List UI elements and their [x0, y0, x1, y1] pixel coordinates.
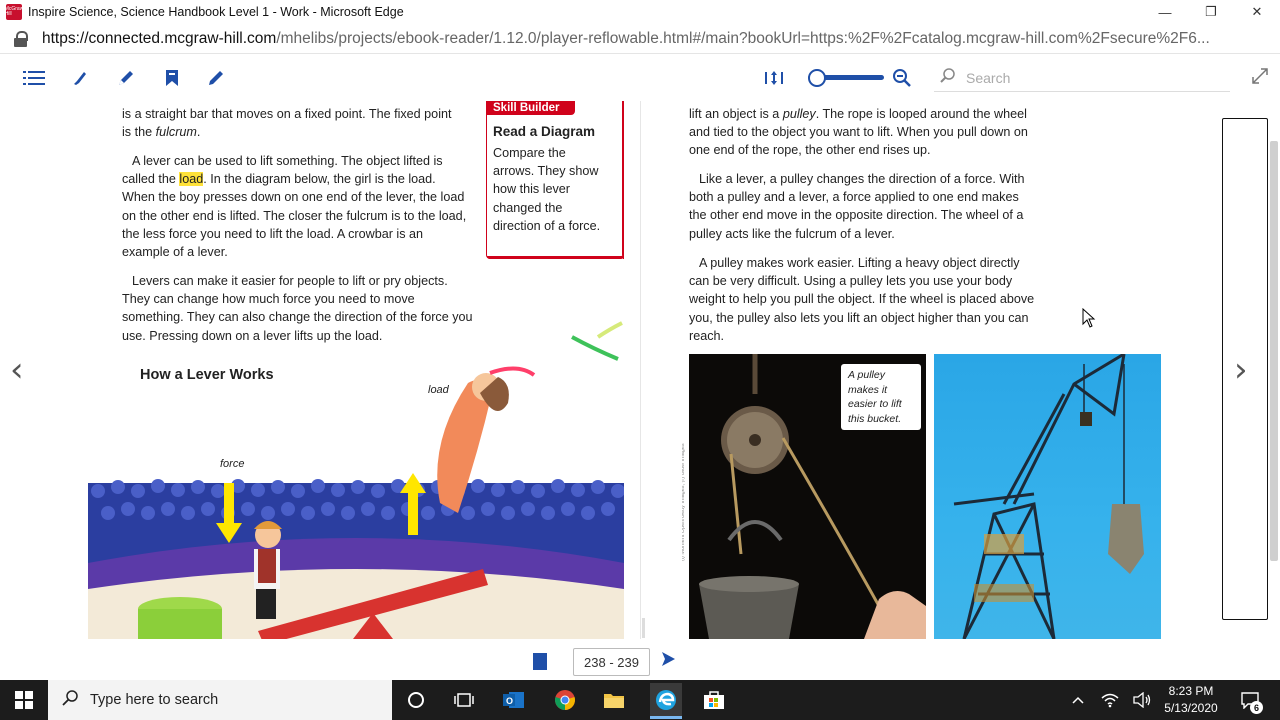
svg-text:O: O — [506, 696, 513, 706]
skill-builder-underline — [487, 256, 624, 259]
right-paragraph-3: A pulley makes work easier. Lifting a he… — [689, 256, 1035, 343]
pen-icon[interactable] — [114, 66, 138, 90]
skill-builder-box: Skill Builder Read a Diagram Compare the… — [486, 101, 624, 259]
search-input[interactable]: Search — [966, 70, 1010, 86]
search-box[interactable]: Search — [934, 64, 1230, 92]
taskbar-clock[interactable]: 8:23 PM 5/13/2020 — [1158, 683, 1224, 717]
clock-time: 8:23 PM — [1168, 684, 1214, 698]
restore-button[interactable]: ❐ — [1188, 0, 1234, 24]
decorative-streamer — [571, 321, 623, 361]
next-page-icon[interactable] — [660, 651, 678, 671]
outlook-icon[interactable]: O — [500, 686, 528, 714]
pencil-icon[interactable] — [204, 66, 228, 90]
vertical-scrollbar[interactable] — [1268, 101, 1280, 639]
left-page: is a straight bar that moves on a fixed … — [88, 101, 624, 639]
show-hidden-icons-chevron-icon[interactable] — [1064, 686, 1092, 714]
crane-photo — [934, 354, 1161, 639]
url-host: https://connected.mcgraw-hill.com — [42, 29, 277, 47]
fit-page-icon[interactable] — [762, 66, 786, 90]
scrollbar-thumb[interactable] — [1270, 141, 1278, 561]
lock-icon — [14, 30, 28, 47]
list-icon[interactable] — [22, 66, 46, 90]
chrome-icon[interactable] — [551, 686, 579, 714]
address-bar[interactable]: https://connected.mcgraw-hill.com/mhelib… — [0, 24, 1280, 54]
lever-diagram-illustration — [88, 366, 624, 639]
taskbar-search-box[interactable]: Type here to search — [48, 680, 392, 720]
pulley-bucket-photo: A pulley makes it easier to lift this bu… — [689, 354, 926, 639]
skill-builder-heading: Read a Diagram — [493, 124, 596, 139]
rp1-text: lift an object is a — [689, 107, 783, 121]
zoom-out-icon[interactable] — [890, 66, 914, 90]
skill-builder-border — [623, 101, 624, 259]
close-button[interactable]: ✕ — [1234, 0, 1280, 24]
window-title: Inspire Science, Science Handbook Level … — [28, 5, 404, 19]
page-gutter — [640, 101, 641, 639]
pulley-term: pulley — [782, 107, 816, 121]
windows-start-icon[interactable] — [10, 686, 38, 714]
notification-badge: 6 — [1250, 701, 1263, 714]
highlighter-icon[interactable] — [68, 66, 92, 90]
skill-builder-body: Compare the arrows. They show how this l… — [493, 146, 601, 233]
task-view-icon[interactable] — [450, 686, 478, 714]
photo-caption: A pulley makes it easier to lift this bu… — [841, 364, 921, 430]
edge-active-indicator — [650, 716, 682, 719]
page-thumbnail-frame[interactable] — [1222, 118, 1268, 620]
right-page: lift an object is a pulley. The rope is … — [682, 101, 1162, 639]
taskbar-search-icon — [62, 690, 78, 710]
previous-page-arrow[interactable]: ‹ — [10, 350, 34, 390]
skill-builder-tag: Skill Builder — [487, 101, 575, 115]
p1-end: . — [196, 125, 201, 140]
right-paragraph-1: lift an object is a pulley. The rope is … — [689, 105, 1039, 160]
gutter-shadow — [642, 618, 645, 638]
search-icon — [940, 68, 960, 87]
fulcrum-term: fulcrum — [155, 125, 197, 140]
store-icon[interactable] — [700, 686, 728, 714]
mcgraw-hill-logo: McGraw Hill — [5, 4, 23, 20]
taskbar-search-input[interactable]: Type here to search — [90, 692, 218, 708]
window-titlebar: McGraw Hill Inspire Science, Science Han… — [0, 0, 1280, 24]
cortana-icon[interactable] — [402, 686, 430, 714]
page-thumbnail-icon[interactable] — [533, 653, 547, 670]
photo-credit: (l) Moment Open/Getty Images; (r) Glow I… — [682, 443, 686, 561]
expand-icon[interactable] — [1250, 66, 1272, 88]
load-highlight[interactable]: load — [179, 172, 204, 187]
wifi-icon[interactable] — [1096, 686, 1124, 714]
left-paragraph-3: Levers can make it easier for people to … — [122, 274, 473, 343]
mouse-cursor-icon — [1082, 308, 1096, 328]
page-number-box[interactable]: 238 - 239 — [573, 648, 650, 676]
volume-icon[interactable] — [1128, 686, 1156, 714]
clock-date: 5/13/2020 — [1164, 701, 1218, 715]
file-explorer-icon[interactable] — [600, 686, 628, 714]
zoom-slider-knob[interactable] — [808, 69, 826, 87]
left-paragraph-1: is a straight bar that moves on a fixed … — [122, 105, 452, 141]
minimize-button[interactable]: — — [1142, 0, 1188, 24]
edge-icon[interactable] — [650, 683, 682, 717]
zoom-slider[interactable] — [808, 69, 884, 87]
left-paragraph-2: A lever can be used to lift something. T… — [122, 152, 467, 261]
url-path: /mhelibs/projects/ebook-reader/1.12.0/pl… — [276, 29, 1210, 47]
bookmark-icon[interactable] — [160, 66, 184, 90]
right-paragraph-2: Like a lever, a pulley changes the direc… — [689, 172, 1025, 241]
